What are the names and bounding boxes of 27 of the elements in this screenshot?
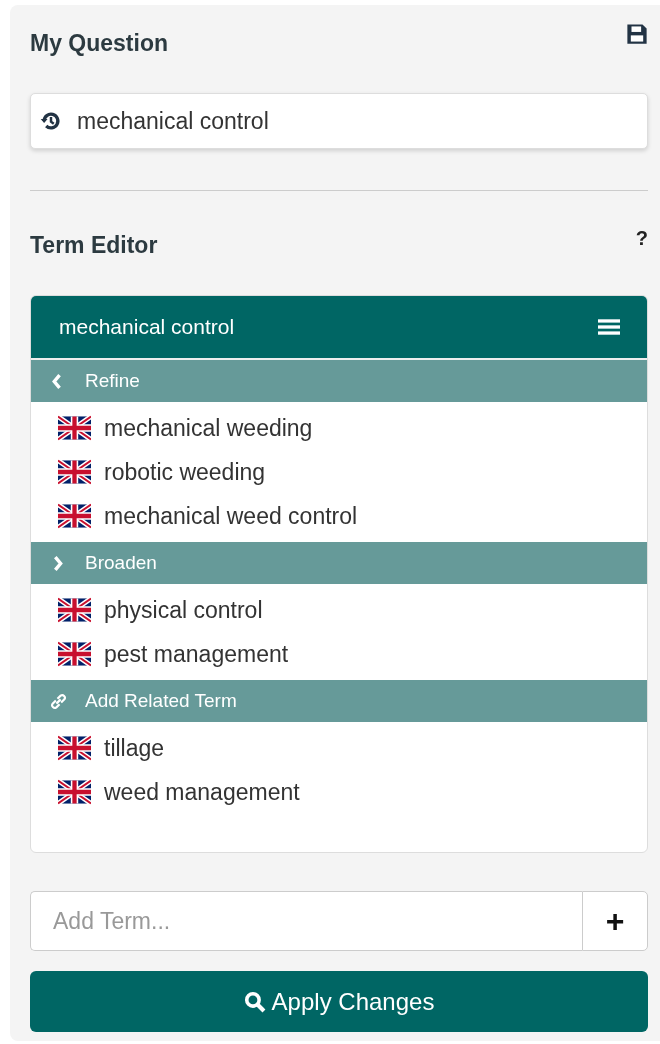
history-icon (40, 110, 62, 132)
save-icon[interactable] (626, 23, 648, 45)
term-item[interactable]: tillage (31, 726, 647, 770)
menu-icon[interactable] (598, 318, 620, 336)
add-term-field[interactable]: Add Term... (30, 891, 582, 951)
apply-button[interactable]: Apply Changes (30, 971, 648, 1032)
term-item[interactable]: pest management (31, 632, 647, 676)
term-item[interactable]: robotic weeding (31, 450, 647, 494)
search-icon (243, 990, 266, 1013)
link-icon (50, 692, 67, 710)
uk-flag-icon (58, 641, 91, 667)
term-item[interactable]: weed management (31, 770, 647, 814)
uk-flag-icon (58, 597, 91, 623)
section-title: My Question (30, 29, 168, 57)
question-field[interactable]: mechanical control (30, 93, 648, 149)
help-link[interactable]: ? (635, 227, 648, 250)
term-item[interactable]: physical control (31, 588, 647, 632)
term-item[interactable]: mechanical weed control (31, 494, 647, 538)
uk-flag-icon (58, 735, 91, 761)
uk-flag-icon (58, 779, 91, 805)
current-term: mechanical control (59, 315, 235, 339)
add-button[interactable]: + (582, 891, 648, 951)
uk-flag-icon (58, 503, 91, 529)
uk-flag-icon (58, 415, 91, 441)
term-item[interactable]: mechanical weeding (31, 406, 647, 450)
uk-flag-icon (58, 459, 91, 485)
section-title: Term Editor (30, 231, 158, 259)
